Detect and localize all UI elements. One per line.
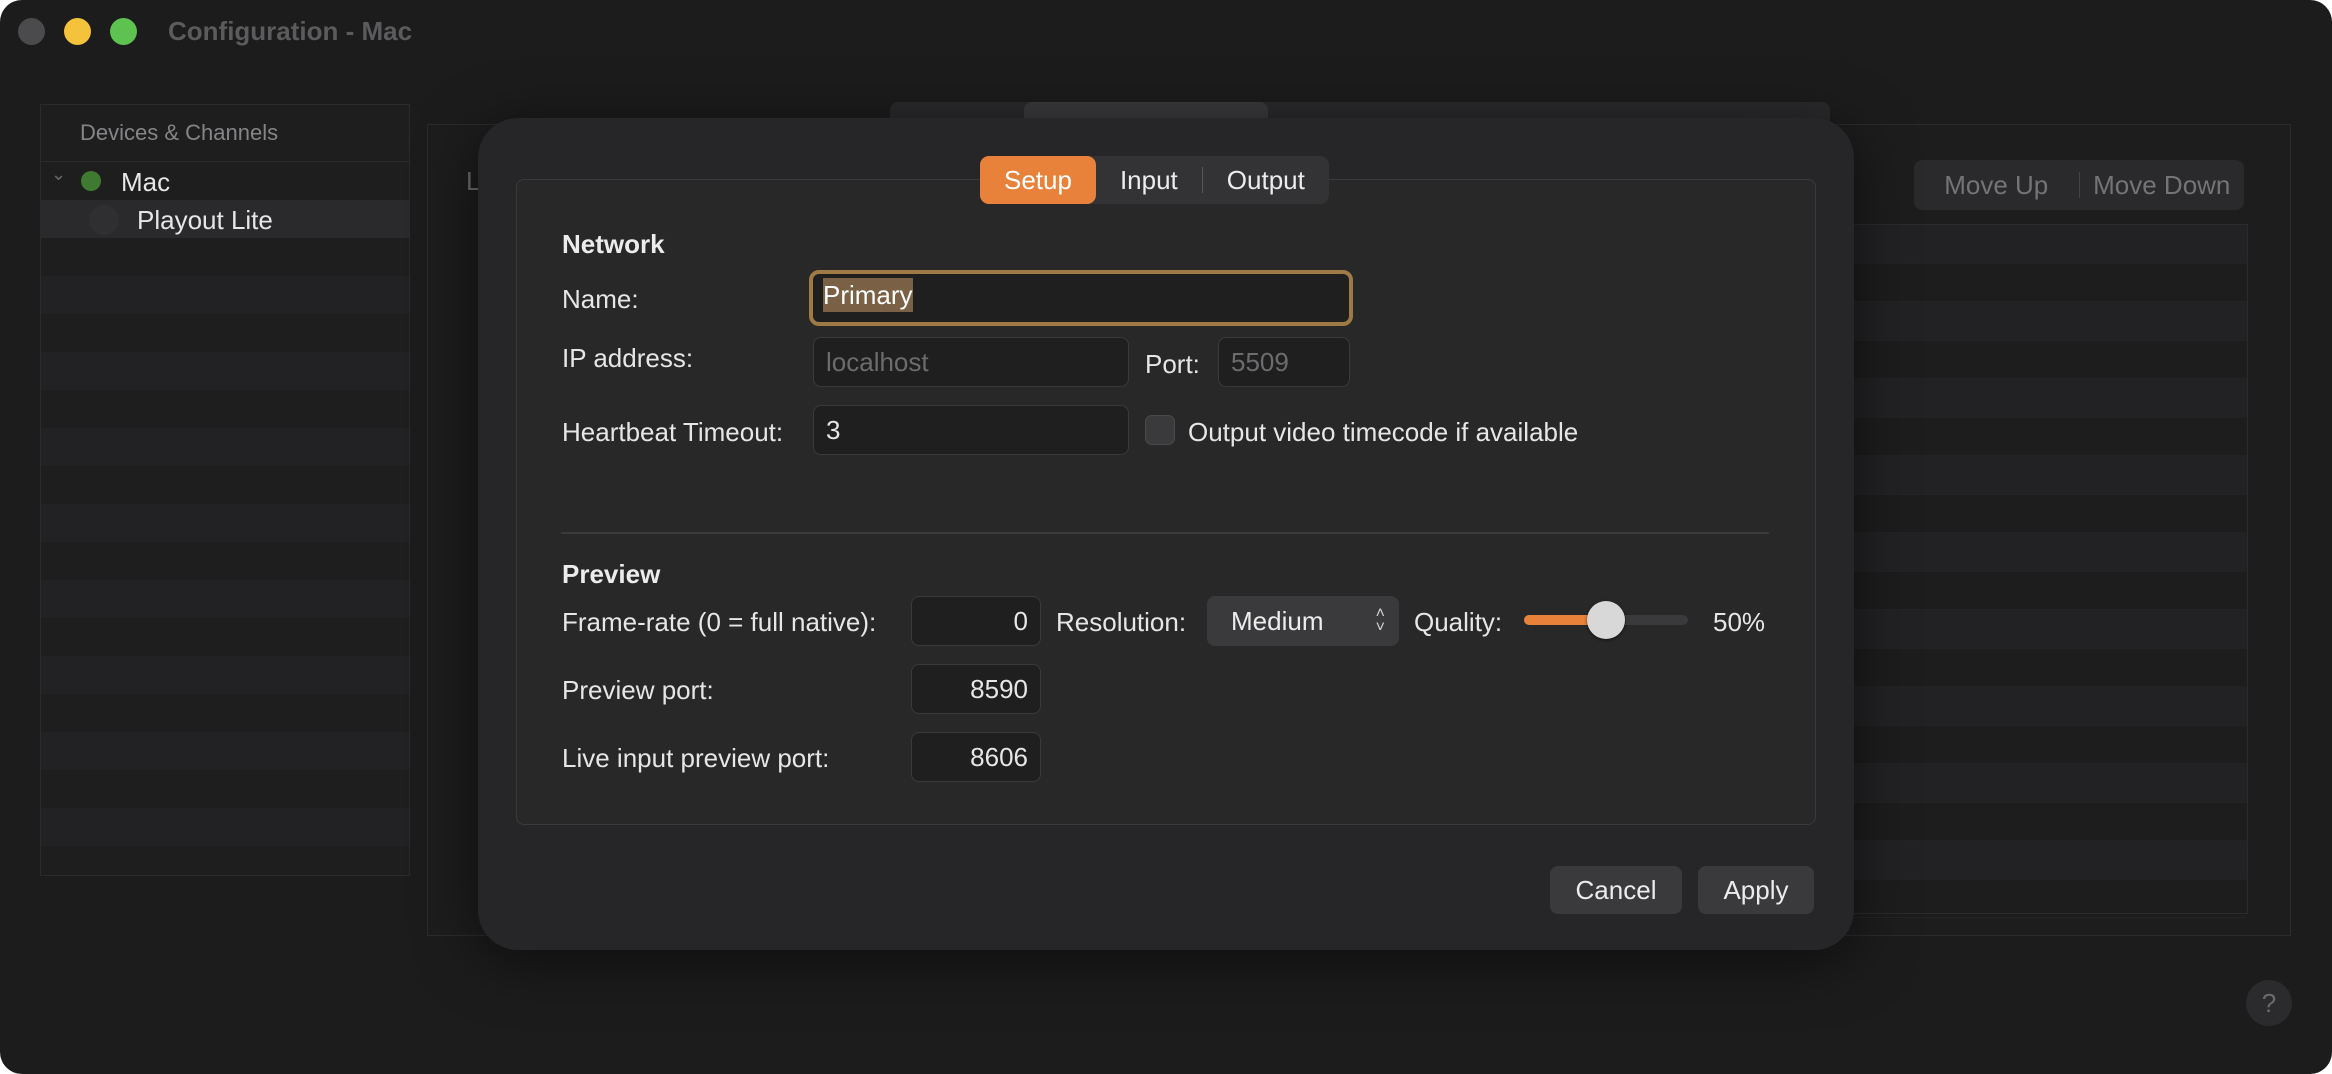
ip-address-label: IP address: [562, 343, 694, 373]
chevron-down-icon: ˅ [1375, 619, 1385, 636]
resolution-label: Resolution: [1056, 607, 1187, 637]
preview-port-label: Preview port: [562, 675, 714, 705]
ip-address-input[interactable]: localhost [813, 337, 1129, 387]
list-item [41, 466, 409, 504]
channels-table [1850, 224, 2248, 918]
list-item [41, 314, 409, 352]
table-row [1851, 764, 2247, 803]
resolution-select[interactable]: Medium ˄ ˅ [1207, 596, 1399, 646]
framerate-label: Frame-rate (0 = full native): [562, 607, 877, 637]
table-row [1851, 572, 2247, 610]
help-button[interactable]: ? [2246, 980, 2292, 1026]
dialog-tabbar: Setup Input Output [980, 156, 1329, 204]
app-window: Configuration - Mac Devices & Channels ⌄… [0, 0, 2332, 1074]
list-item [41, 808, 409, 846]
table-row [1851, 341, 2247, 379]
list-item [41, 618, 409, 656]
channel-icon [89, 205, 119, 235]
close-window-button[interactable] [18, 18, 45, 45]
table-row [1851, 649, 2247, 687]
sidebar-item-playout-lite[interactable]: Playout Lite [41, 200, 409, 238]
apply-button[interactable]: Apply [1698, 866, 1814, 914]
live-input-preview-port-label: Live input preview port: [562, 743, 830, 773]
quality-slider-thumb[interactable] [1587, 601, 1625, 639]
table-row [1851, 610, 2247, 649]
move-up-button[interactable]: Move Up [1914, 170, 2079, 201]
name-input-value: Primary [823, 278, 913, 312]
cancel-button[interactable]: Cancel [1550, 866, 1682, 914]
network-section-title: Network [562, 229, 665, 259]
list-item [41, 770, 409, 808]
sidebar-header: Devices & Channels [41, 105, 409, 162]
list-item [41, 656, 409, 694]
table-row [1851, 264, 2247, 302]
table-row [1851, 687, 2247, 726]
list-item [41, 504, 409, 542]
list-item [41, 352, 409, 390]
table-row [1851, 225, 2247, 264]
table-row [1851, 302, 2247, 341]
table-row [1851, 803, 2247, 841]
minimize-window-button[interactable] [64, 18, 91, 45]
move-segmented-control: Move Up Move Down [1914, 160, 2244, 210]
port-label: Port: [1145, 349, 1200, 379]
name-input[interactable]: Primary [809, 270, 1353, 326]
table-row [1851, 379, 2247, 418]
preview-section-title: Preview [562, 559, 661, 589]
tab-setup[interactable]: Setup [980, 156, 1096, 204]
sidebar-item-label: Playout Lite [137, 205, 273, 235]
chevron-up-down-icon: ˄ ˅ [1376, 596, 1385, 646]
list-item [41, 542, 409, 580]
sidebar-item-label: Mac [121, 167, 171, 197]
table-row [1851, 726, 2247, 764]
list-item [41, 390, 409, 428]
quality-label: Quality: [1414, 607, 1503, 637]
heartbeat-timeout-label: Heartbeat Timeout: [562, 417, 784, 447]
table-row [1851, 880, 2247, 918]
resolution-value: Medium [1231, 606, 1324, 636]
port-input[interactable]: 5509 [1218, 337, 1350, 387]
list-item [41, 694, 409, 732]
table-row [1851, 456, 2247, 495]
move-down-button[interactable]: Move Down [2080, 170, 2245, 201]
table-row [1851, 841, 2247, 880]
timecode-checkbox-label: Output video timecode if available [1188, 417, 1579, 447]
list-item [41, 428, 409, 466]
section-divider [561, 532, 1769, 534]
sidebar: Devices & Channels ⌄ Mac Playout Lite [40, 104, 410, 876]
tab-input[interactable]: Input [1096, 156, 1202, 204]
framerate-input[interactable]: 0 [911, 596, 1041, 646]
status-dot-icon [81, 171, 101, 191]
chevron-down-icon[interactable]: ⌄ [51, 164, 66, 185]
name-label: Name: [562, 284, 639, 314]
title-bar: Configuration - Mac [0, 0, 2332, 66]
heartbeat-timeout-input[interactable]: 3 [813, 405, 1129, 455]
table-row [1851, 495, 2247, 533]
quality-value: 50% [1713, 607, 1766, 637]
zoom-window-button[interactable] [110, 18, 137, 45]
table-row [1851, 418, 2247, 456]
list-item [41, 238, 409, 276]
tab-output[interactable]: Output [1203, 156, 1329, 204]
sidebar-list: ⌄ Mac Playout Lite [41, 162, 409, 846]
list-item [41, 276, 409, 314]
list-item [41, 580, 409, 618]
table-row [1851, 533, 2247, 572]
list-item [41, 732, 409, 770]
live-input-preview-port-input[interactable]: 8606 [911, 732, 1041, 782]
sidebar-item-mac[interactable]: ⌄ Mac [41, 162, 409, 200]
timecode-checkbox[interactable] [1145, 415, 1175, 445]
preview-port-input[interactable]: 8590 [911, 664, 1041, 714]
window-title: Configuration - Mac [168, 16, 413, 46]
